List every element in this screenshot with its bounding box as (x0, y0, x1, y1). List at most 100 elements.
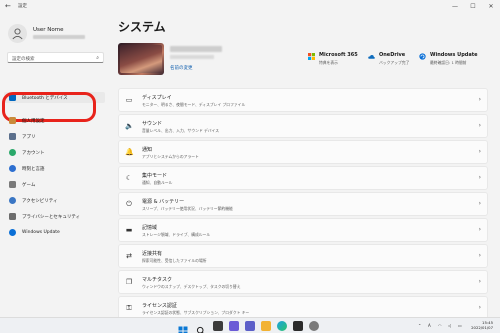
chevron-right-icon: › (478, 200, 481, 207)
window-title: 設定 (18, 4, 27, 9)
user-name: User Nome (33, 27, 64, 33)
chat-icon[interactable] (245, 321, 255, 331)
shield-icon (9, 213, 16, 220)
row-subtitle: スリープ、バッテリー使用状況、バッテリー節約機能 (142, 206, 233, 211)
file-explorer-icon[interactable] (261, 321, 271, 331)
sidebar-item-label: アクセシビリティ (22, 199, 58, 204)
settings-row-notifications[interactable]: 🔔 通知 アプリとシステムからのアラート › (118, 140, 488, 164)
chevron-right-icon: › (478, 304, 481, 311)
quick-subtitle: 特典を表示 (319, 60, 338, 65)
clock[interactable]: 15:45 2022/01/07 (471, 320, 493, 330)
quick-title: OneDrive (379, 52, 406, 58)
page-title: システム (118, 20, 166, 34)
wifi-icon[interactable]: ◠ (438, 323, 442, 328)
settings-row-sound[interactable]: 🔈 サウンド 音量レベル、出力、入力、サウンド デバイス › (118, 114, 488, 138)
clock-date: 2022/01/07 (471, 325, 493, 330)
settings-row-power[interactable]: ⏻ 電源 & バッテリー スリープ、バッテリー使用状況、バッテリー節約機能 › (118, 192, 488, 216)
row-subtitle: モニター、明るさ、夜間モード、ディスプレイ プロファイル (142, 102, 246, 107)
store-icon[interactable] (293, 321, 303, 331)
brush-icon (9, 117, 16, 124)
search-icon[interactable]: ⌕ (96, 55, 99, 61)
storage-icon: ▬ (125, 226, 133, 234)
power-icon: ⏻ (126, 200, 132, 208)
widgets-icon[interactable] (229, 321, 239, 331)
user-email-redacted (33, 35, 85, 39)
sidebar-item-personalization[interactable]: 個人用設定 (4, 115, 105, 126)
row-title: 通知 (142, 147, 153, 153)
settings-row-nearby-sharing[interactable]: ⇄ 近接共有 探索可能性、受信したファイルの場所 › (118, 244, 488, 268)
maximize-button[interactable]: ☐ (464, 0, 482, 14)
battery-icon[interactable]: ▭ (458, 323, 462, 328)
search-icon[interactable] (196, 321, 206, 333)
back-button[interactable]: ← (5, 2, 11, 10)
row-subtitle: ストレージ領域、ドライブ、構成ルール (142, 232, 211, 237)
chevron-right-icon: › (478, 252, 481, 259)
settings-row-focus[interactable]: ☾ 集中モード 通知、自動ルール › (118, 166, 488, 190)
microsoft-logo-icon (308, 53, 315, 60)
gamepad-icon (9, 181, 16, 188)
apps-icon (9, 133, 16, 140)
close-button[interactable]: ✕ (482, 0, 500, 14)
row-subtitle: ライセンス認証の状態、サブスクリプション、プロダクト キー (142, 310, 250, 315)
share-icon: ⇄ (126, 252, 132, 260)
row-title: 近接共有 (142, 251, 163, 257)
multitask-icon: ❐ (125, 278, 133, 286)
quick-title: Windows Update (430, 52, 478, 58)
sidebar-item-label: アカウント (22, 151, 45, 156)
device-name-redacted (170, 46, 222, 52)
quick-subtitle: 最終確認日: 1 時間前 (430, 60, 467, 65)
row-title: ディスプレイ (142, 95, 172, 101)
settings-row-multitasking[interactable]: ❐ マルチタスク ウィンドウのスナップ、デスクトップ、タスクの切り替え › (118, 270, 488, 294)
volume-icon[interactable]: ◁ (448, 323, 451, 328)
sidebar-item-accessibility[interactable]: アクセシビリティ (4, 195, 105, 206)
row-subtitle: アプリとシステムからのアラート (142, 154, 199, 159)
avatar[interactable] (8, 24, 27, 43)
sidebar: User Nome 設定の検索 ⌕ Bluetooth とデバイス 個人用設定 … (0, 14, 110, 317)
start-icon[interactable] (178, 321, 188, 333)
task-view-icon[interactable] (213, 321, 223, 331)
chevron-right-icon: › (478, 148, 481, 155)
row-title: 記憶域 (142, 225, 158, 231)
rename-link[interactable]: 名前の変更 (170, 65, 193, 71)
sidebar-item-apps[interactable]: アプリ (4, 131, 105, 142)
row-title: 集中モード (142, 173, 168, 179)
accessibility-icon (9, 197, 16, 204)
update-icon (9, 229, 16, 236)
language-indicator[interactable]: A (428, 323, 431, 328)
sidebar-item-label: プライバシーとセキュリティ (22, 215, 81, 220)
row-subtitle: 探索可能性、受信したファイルの場所 (142, 258, 207, 263)
row-subtitle: ウィンドウのスナップ、デスクトップ、タスクの切り替え (142, 284, 241, 289)
chevron-right-icon: › (478, 174, 481, 181)
sidebar-item-label: Windows Update (22, 230, 60, 235)
sidebar-item-privacy[interactable]: プライバシーとセキュリティ (4, 211, 105, 222)
sidebar-item-accounts[interactable]: アカウント (4, 147, 105, 158)
taskbar: ⌃ A ◠ ◁ ▭ 15:45 2022/01/07 (0, 317, 500, 333)
sidebar-item-windows-update[interactable]: Windows Update (4, 227, 105, 238)
row-title: サウンド (142, 121, 163, 127)
key-icon: ⚿ (126, 304, 132, 312)
row-title: 電源 & バッテリー (142, 199, 185, 205)
device-image (118, 43, 164, 75)
account-icon (9, 149, 16, 156)
sidebar-item-gaming[interactable]: ゲーム (4, 179, 105, 190)
settings-row-display[interactable]: ▭ ディスプレイ モニター、明るさ、夜間モード、ディスプレイ プロファイル › (118, 88, 488, 112)
sidebar-item-label: 時刻と言語 (22, 167, 45, 172)
settings-row-storage[interactable]: ▬ 記憶域 ストレージ領域、ドライブ、構成ルール › (118, 218, 488, 242)
search-box[interactable]: 設定の検索 ⌕ (7, 52, 104, 63)
title-bar: ← 設定 — ☐ ✕ (0, 0, 500, 14)
speaker-icon: 🔈 (125, 122, 134, 130)
edge-icon[interactable] (277, 321, 287, 331)
row-subtitle: 音量レベル、出力、入力、サウンド デバイス (142, 128, 220, 133)
chevron-up-icon[interactable]: ⌃ (418, 323, 421, 328)
quick-subtitle: バックアップ完了 (379, 60, 410, 65)
search-input[interactable]: 設定の検索 (12, 56, 35, 62)
settings-gear-icon[interactable] (309, 321, 319, 331)
user-icon (12, 28, 23, 40)
chevron-right-icon: › (478, 226, 481, 233)
update-icon (419, 53, 426, 60)
minimize-button[interactable]: — (446, 0, 464, 14)
chevron-right-icon: › (478, 278, 481, 285)
row-subtitle: 通知、自動ルール (142, 180, 173, 185)
sidebar-item-time-language[interactable]: 時刻と言語 (4, 163, 105, 174)
sidebar-item-label: ゲーム (22, 183, 36, 188)
